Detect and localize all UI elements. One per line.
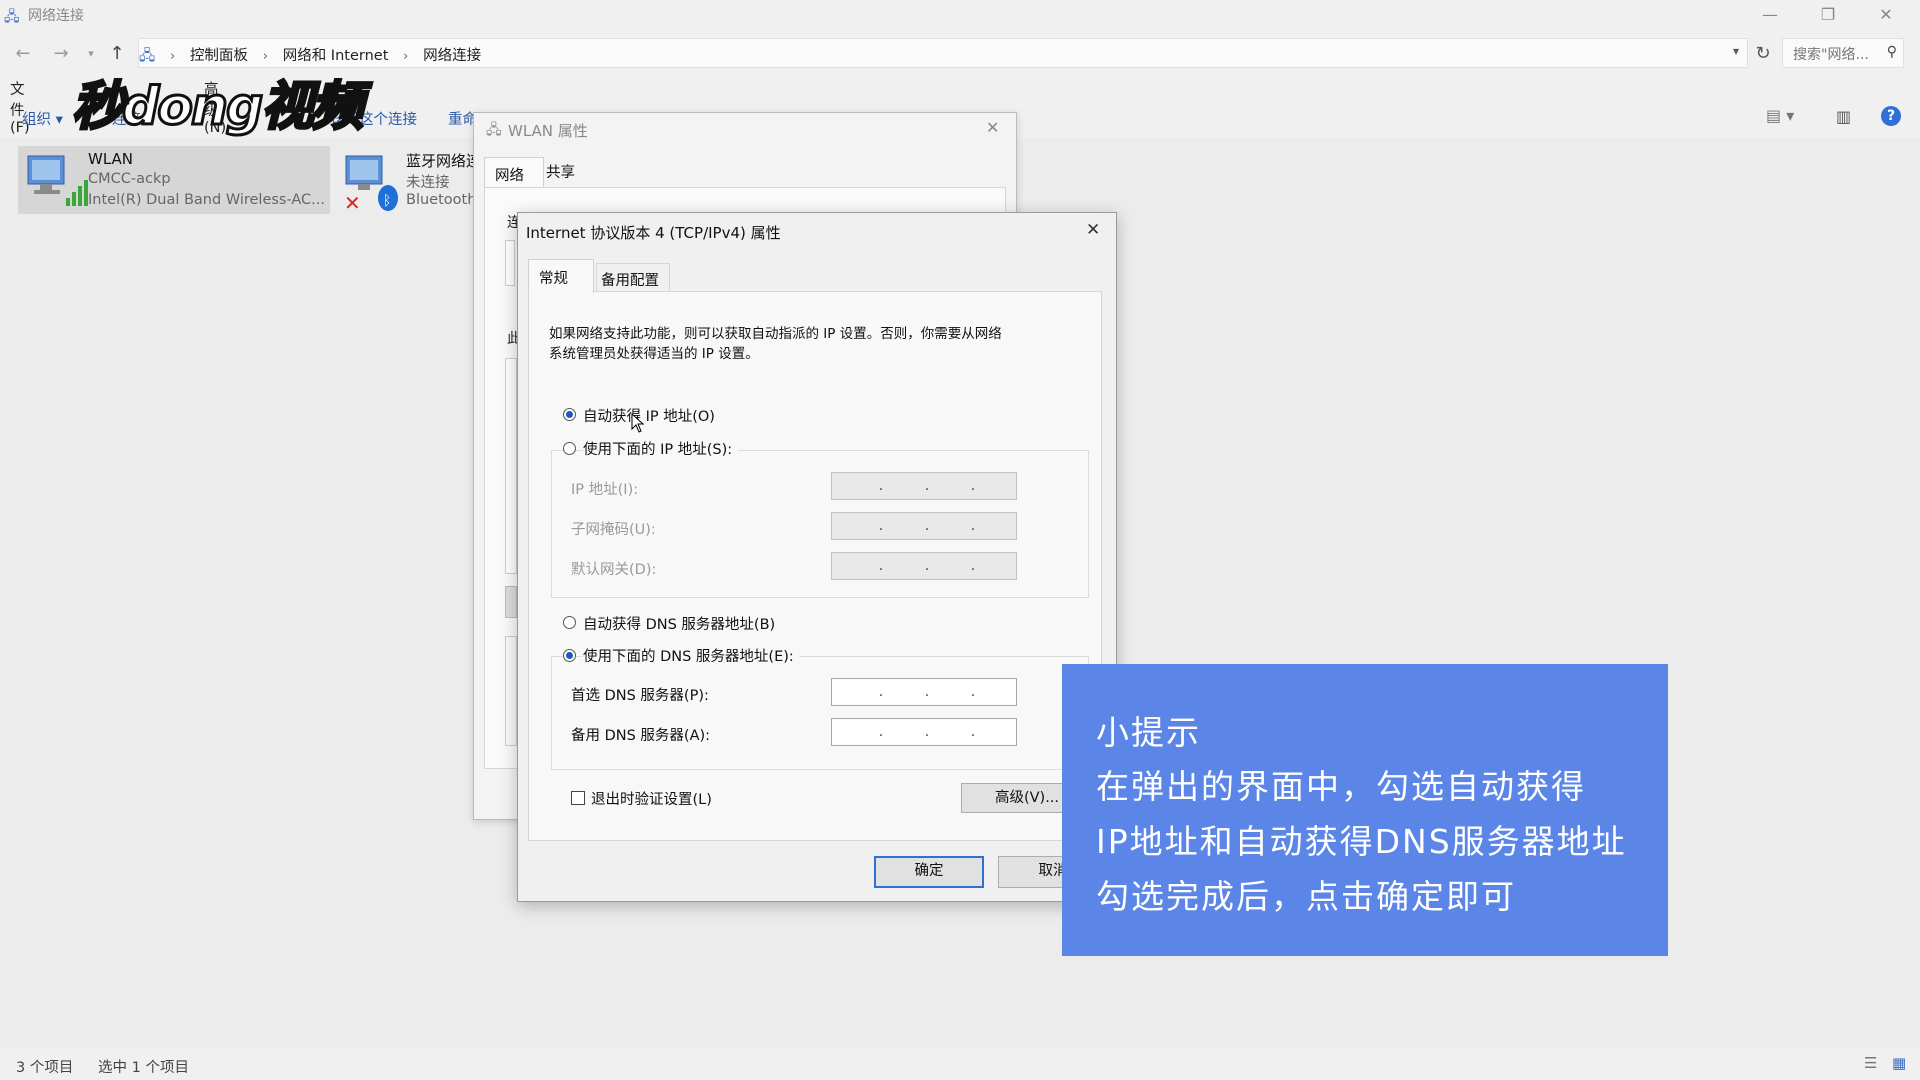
tip-overlay: 小提示 在弹出的界面中，勾选自动获得 IP地址和自动获得DNS服务器地址 勾选完… bbox=[1062, 664, 1668, 956]
close-icon[interactable]: ✕ bbox=[1086, 220, 1100, 240]
window-title: 网络连接 bbox=[28, 8, 84, 24]
dialog-title: WLAN 属性 bbox=[508, 122, 588, 140]
item-count: 3 个项目 bbox=[16, 1060, 74, 1076]
connection-status: 未连接 bbox=[406, 175, 450, 191]
description-text: 如果网络支持此功能，则可以获取自动指派的 IP 设置。否则，你需要从网络 系统管… bbox=[549, 324, 1002, 364]
ip-address-field[interactable]: ... bbox=[831, 472, 1017, 500]
bluetooth-adapter-icon: ✕ ᛒ bbox=[344, 155, 398, 212]
tip-line: 在弹出的界面中，勾选自动获得 bbox=[1096, 767, 1586, 806]
tab-panel-general: 如果网络支持此功能，则可以获取自动指派的 IP 设置。否则，你需要从网络 系统管… bbox=[528, 291, 1102, 841]
breadcrumb-item[interactable]: 控制面板 bbox=[190, 44, 248, 65]
description-box bbox=[505, 636, 517, 746]
manual-dns-label[interactable]: 使用下面的 DNS 服务器地址(E): bbox=[583, 645, 800, 666]
auto-dns-label[interactable]: 自动获得 DNS 服务器地址(B) bbox=[583, 613, 775, 634]
svg-text:ᛒ: ᛒ bbox=[383, 193, 391, 209]
search-input[interactable]: 搜索"网络... ⚲ bbox=[1782, 38, 1904, 68]
forward-arrow-icon[interactable]: → bbox=[48, 41, 74, 67]
validate-checkbox[interactable] bbox=[571, 791, 585, 805]
preferred-dns-field[interactable]: ... bbox=[831, 678, 1017, 706]
breadcrumb-item[interactable]: 网络连接 bbox=[423, 44, 481, 65]
minimize-button[interactable]: — bbox=[1744, 2, 1796, 28]
network-connections-icon: 🖧 bbox=[4, 9, 20, 25]
description-line: 系统管理员处获得适当的 IP 设置。 bbox=[549, 346, 759, 362]
auto-ip-label[interactable]: 自动获得 IP 地址(O) bbox=[583, 405, 715, 426]
tip-line: IP地址和自动获得DNS服务器地址 bbox=[1096, 822, 1627, 861]
tip-heading: 小提示 bbox=[1096, 713, 1201, 752]
tab-label: 常规 bbox=[539, 271, 568, 287]
help-icon[interactable]: ? bbox=[1881, 106, 1901, 126]
search-placeholder: 搜索"网络... bbox=[1793, 47, 1869, 63]
gateway-label: 默认网关(D): bbox=[571, 562, 657, 578]
manual-dns-radio[interactable] bbox=[563, 649, 576, 662]
alternate-dns-field[interactable]: ... bbox=[831, 718, 1017, 746]
dns-groupbox bbox=[551, 656, 1089, 770]
selected-count: 选中 1 个项目 bbox=[98, 1060, 189, 1076]
status-bar: 3 个项目 选中 1 个项目 ☰ ▦ bbox=[0, 1052, 1920, 1080]
preview-pane-icon[interactable]: ▥ bbox=[1836, 107, 1851, 126]
title-bar: 🖧 网络连接 — ❐ ✕ bbox=[0, 0, 1920, 30]
auto-dns-radio[interactable] bbox=[563, 616, 576, 629]
auto-ip-radio[interactable] bbox=[563, 408, 576, 421]
ok-button[interactable]: 确定 bbox=[874, 856, 984, 888]
chevron-right-icon: › bbox=[403, 49, 409, 64]
subnet-mask-field[interactable]: ... bbox=[831, 512, 1017, 540]
close-button[interactable]: ✕ bbox=[1860, 2, 1912, 28]
view-options-icon[interactable]: ▤ ▾ bbox=[1766, 106, 1794, 125]
adapter-box bbox=[505, 240, 515, 286]
preferred-dns-label: 首选 DNS 服务器(P): bbox=[571, 688, 709, 704]
list-item-bluetooth[interactable]: ✕ ᛒ 蓝牙网络连 未连接 Bluetooth bbox=[338, 146, 478, 214]
wlan-adapter-icon bbox=[27, 155, 88, 206]
tab-general[interactable]: 常规 bbox=[528, 259, 594, 293]
wlan-icon: 🖧 bbox=[486, 122, 502, 138]
tab-network[interactable]: 网络 bbox=[484, 157, 544, 188]
back-arrow-icon[interactable]: ← bbox=[10, 41, 36, 67]
tab-alternate[interactable]: 备用配置 bbox=[596, 263, 670, 292]
items-list bbox=[505, 358, 517, 574]
tab-label: 备用配置 bbox=[601, 273, 659, 289]
validate-label[interactable]: 退出时验证设置(L) bbox=[591, 788, 712, 809]
chevron-down-icon[interactable]: ▾ bbox=[1733, 44, 1739, 58]
list-item-wlan[interactable]: WLAN CMCC-ackp Intel(R) Dual Band Wirele… bbox=[18, 146, 330, 214]
alternate-dns-label: 备用 DNS 服务器(A): bbox=[571, 728, 711, 744]
tab-label: 网络 bbox=[495, 168, 524, 184]
ipv4-properties-dialog: Internet 协议版本 4 (TCP/IPv4) 属性 ✕ 常规 备用配置 … bbox=[517, 212, 1117, 902]
chevron-right-icon: › bbox=[262, 49, 268, 64]
connection-name: WLAN bbox=[88, 150, 134, 168]
description-line: 如果网络支持此功能，则可以获取自动指派的 IP 设置。否则，你需要从网络 bbox=[549, 326, 1002, 342]
tab-sharing[interactable]: 共享 bbox=[546, 161, 575, 182]
search-icon: ⚲ bbox=[1886, 44, 1897, 60]
dialog-title: Internet 协议版本 4 (TCP/IPv4) 属性 bbox=[526, 224, 781, 242]
connection-name: 蓝牙网络连 bbox=[406, 152, 478, 170]
tiles-view-icon[interactable]: ▦ bbox=[1892, 1054, 1906, 1072]
connection-device: Intel(R) Dual Band Wireless-AC... bbox=[88, 192, 326, 208]
details-view-icon[interactable]: ☰ bbox=[1864, 1054, 1877, 1072]
svg-text:✕: ✕ bbox=[344, 191, 361, 212]
refresh-icon[interactable]: ↻ bbox=[1750, 41, 1776, 67]
close-icon[interactable]: ✕ bbox=[986, 118, 999, 137]
chevron-right-icon: › bbox=[169, 49, 176, 64]
video-watermark-logo: 秒dong视频 bbox=[70, 76, 364, 139]
manual-ip-label[interactable]: 使用下面的 IP 地址(S): bbox=[583, 438, 739, 459]
mouse-cursor-icon bbox=[631, 413, 645, 433]
connection-ssid: CMCC-ackp bbox=[88, 171, 171, 187]
organize-button[interactable]: 组织 ▾ bbox=[22, 108, 63, 129]
ip-address-label: IP 地址(I): bbox=[571, 482, 639, 498]
manual-ip-radio[interactable] bbox=[563, 442, 576, 455]
breadcrumb-item[interactable]: 网络和 Internet bbox=[283, 44, 389, 65]
install-button[interactable] bbox=[505, 586, 517, 618]
restore-button[interactable]: ❐ bbox=[1802, 2, 1854, 28]
connection-device: Bluetooth bbox=[406, 192, 477, 208]
gateway-field[interactable]: ... bbox=[831, 552, 1017, 580]
breadcrumb[interactable]: 🖧 › 控制面板 › 网络和 Internet › 网络连接 ▾ bbox=[138, 38, 1748, 68]
subnet-mask-label: 子网掩码(U): bbox=[571, 522, 656, 538]
tip-line: 勾选完成后，点击确定即可 bbox=[1096, 877, 1516, 916]
tab-label: 共享 bbox=[546, 165, 575, 181]
